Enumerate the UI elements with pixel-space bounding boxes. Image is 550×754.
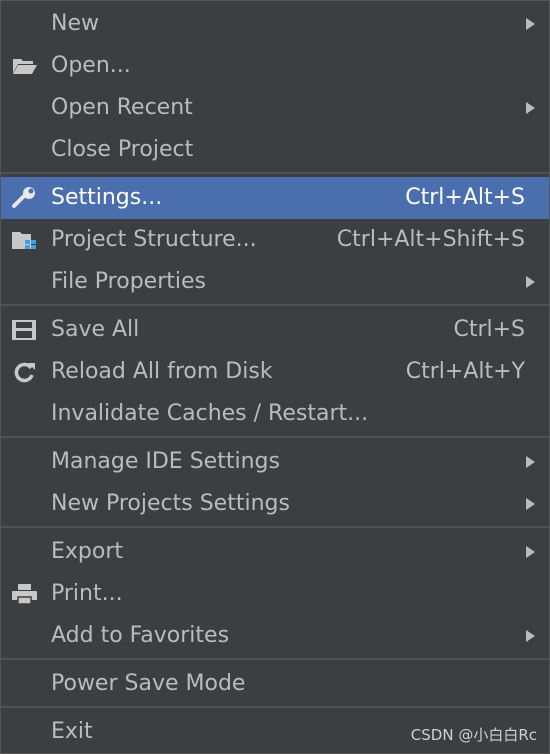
print-icon xyxy=(12,584,37,605)
submenu-arrow-icon xyxy=(526,498,535,510)
menu-item-close-project[interactable]: Close Project xyxy=(1,129,549,171)
wrench-icon xyxy=(12,187,35,208)
folder-open-icon xyxy=(13,59,37,74)
menu-item-open[interactable]: Open... xyxy=(1,45,549,87)
submenu-arrow-icon xyxy=(526,276,535,288)
menu-item-project-structure-label: Project Structure... xyxy=(51,227,257,252)
project-structure-icon xyxy=(12,232,36,249)
menu-item-print[interactable]: Print... xyxy=(1,573,549,615)
menu-item-file-properties[interactable]: File Properties xyxy=(1,261,549,303)
menu-separator xyxy=(1,658,549,660)
menu-item-power-save-mode-label: Power Save Mode xyxy=(51,671,246,696)
menu-item-exit-label: Exit xyxy=(51,719,93,744)
submenu-arrow-icon xyxy=(526,630,535,642)
menu-separator xyxy=(1,436,549,438)
menu-item-manage-ide-settings-label: Manage IDE Settings xyxy=(51,449,280,474)
menu-item-settings-shortcut: Ctrl+Alt+S xyxy=(405,185,525,210)
menu-item-print-label: Print... xyxy=(51,581,123,606)
menu-item-reload-all-shortcut: Ctrl+Alt+Y xyxy=(405,359,525,384)
watermark: CSDN @小白白Rc xyxy=(410,726,537,744)
menu-item-invalidate-caches-label: Invalidate Caches / Restart... xyxy=(51,401,369,426)
menu-item-add-to-favorites-label: Add to Favorites xyxy=(51,623,230,648)
menu-item-invalidate-caches[interactable]: Invalidate Caches / Restart... xyxy=(1,393,549,435)
menu-item-project-structure[interactable]: Project Structure... Ctrl+Alt+Shift+S xyxy=(1,219,549,261)
menu-item-new-label: New xyxy=(51,11,99,36)
menu-item-close-project-label: Close Project xyxy=(51,137,194,162)
menu-item-settings-label: Settings... xyxy=(51,185,163,210)
menu-item-save-all-shortcut: Ctrl+S xyxy=(453,317,525,342)
menu-item-file-properties-label: File Properties xyxy=(51,269,206,294)
menu-item-new-projects-settings[interactable]: New Projects Settings xyxy=(1,483,549,525)
menu-item-new-projects-settings-label: New Projects Settings xyxy=(51,491,290,516)
menu-separator xyxy=(1,172,549,174)
menu-item-project-structure-shortcut: Ctrl+Alt+Shift+S xyxy=(336,227,525,252)
menu-item-save-all[interactable]: Save All Ctrl+S xyxy=(1,309,549,351)
menu-item-export[interactable]: Export xyxy=(1,531,549,573)
menu-separator xyxy=(1,304,549,306)
menu-item-save-all-label: Save All xyxy=(51,317,140,342)
menu-item-open-recent-label: Open Recent xyxy=(51,95,193,120)
menu-item-open-label: Open... xyxy=(51,53,131,78)
menu-item-export-label: Export xyxy=(51,539,124,564)
menu-separator xyxy=(1,706,549,708)
menu-item-new[interactable]: New xyxy=(1,3,549,45)
submenu-arrow-icon xyxy=(526,102,535,114)
menu-item-reload-all[interactable]: Reload All from Disk Ctrl+Alt+Y xyxy=(1,351,549,393)
reload-icon xyxy=(14,362,35,383)
file-menu: New Open... Open Recent Close Project Se… xyxy=(0,0,550,754)
save-icon xyxy=(12,320,36,340)
submenu-arrow-icon xyxy=(526,456,535,468)
submenu-arrow-icon xyxy=(526,546,535,558)
menu-item-manage-ide-settings[interactable]: Manage IDE Settings xyxy=(1,441,549,483)
menu-item-power-save-mode[interactable]: Power Save Mode xyxy=(1,663,549,705)
menu-item-add-to-favorites[interactable]: Add to Favorites xyxy=(1,615,549,657)
menu-item-settings[interactable]: Settings... Ctrl+Alt+S xyxy=(1,177,549,219)
menu-separator xyxy=(1,526,549,528)
menu-item-open-recent[interactable]: Open Recent xyxy=(1,87,549,129)
submenu-arrow-icon xyxy=(526,18,535,30)
menu-item-reload-all-label: Reload All from Disk xyxy=(51,359,273,384)
